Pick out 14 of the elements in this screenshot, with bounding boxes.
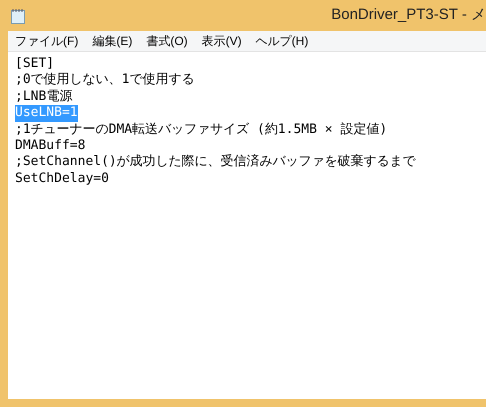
- menu-item[interactable]: 書式(O): [146, 32, 188, 50]
- text-line: DMABuff=8: [15, 138, 86, 154]
- text-line: [SET]: [15, 56, 54, 72]
- menu-item[interactable]: 表示(V): [202, 32, 242, 50]
- window-title: BonDriver_PT3-ST - メ: [331, 5, 486, 26]
- text-line: ;0で使用しない、1で使用する: [15, 72, 194, 89]
- notepad-icon: [11, 8, 25, 24]
- text-line: ;LNB電源: [15, 88, 72, 106]
- menu-item[interactable]: ファイル(F): [15, 32, 78, 50]
- menu-item[interactable]: ヘルプ(H): [256, 32, 308, 50]
- text-line: SetChDelay=0: [15, 170, 109, 188]
- menu-item[interactable]: 編集(E): [92, 32, 132, 50]
- text-line: ;SetChannel()が成功した際に、受信済みバッファを破棄するまで: [15, 154, 416, 171]
- text-line: ;1チューナーのDMA転送バッファサイズ (約1.5MB × 設定値): [15, 122, 388, 138]
